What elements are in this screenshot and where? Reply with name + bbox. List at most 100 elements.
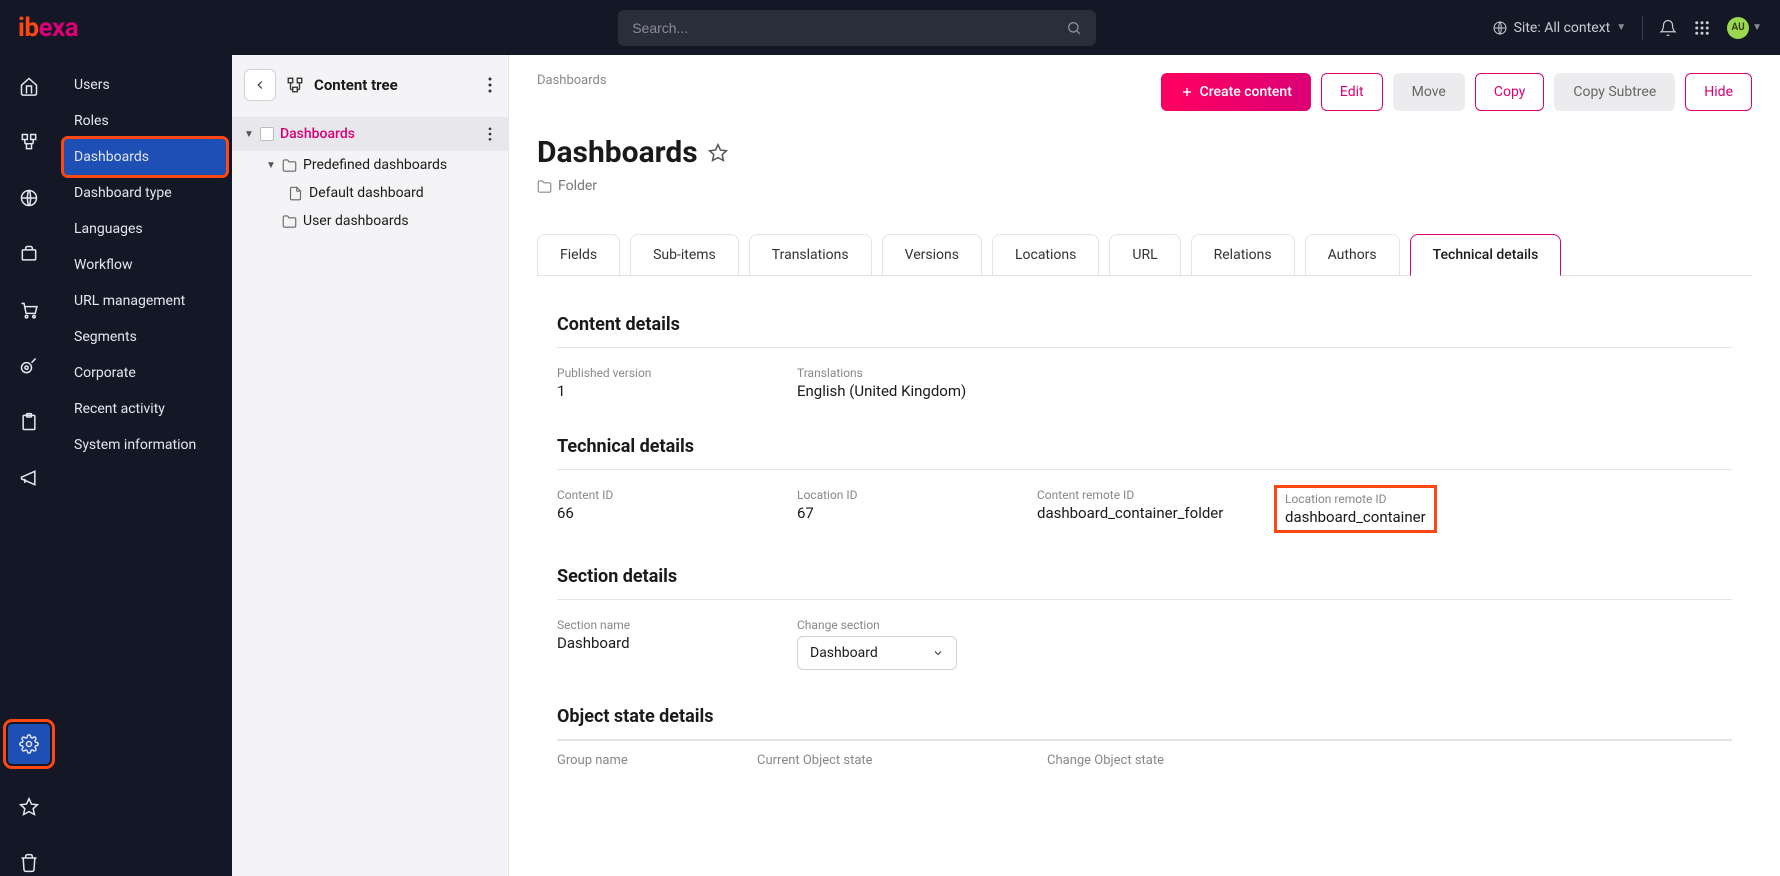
tab-translations[interactable]: Translations (749, 234, 872, 276)
tree-node-menu[interactable] (484, 123, 496, 145)
sidebar-item-corporate[interactable]: Corporate (58, 355, 232, 391)
kebab-icon (488, 127, 492, 141)
sidebar-item-recent-activity[interactable]: Recent activity (58, 391, 232, 427)
table-col-group-name: Group name (557, 753, 757, 768)
rail-clipboard[interactable] (16, 409, 42, 435)
rail-admin[interactable] (8, 724, 50, 764)
tab-versions[interactable]: Versions (882, 234, 982, 276)
field-content-remote-id: Content remote ID dashboard_container_fo… (1037, 488, 1277, 530)
rail-campaign[interactable] (16, 465, 42, 491)
breadcrumb: Dashboards (537, 73, 607, 88)
avatar: AU (1727, 17, 1749, 39)
sidebar-menu: Users Roles Dashboards Dashboard type La… (58, 55, 232, 876)
change-section-select[interactable]: Dashboard (797, 636, 957, 670)
globe-icon (1492, 20, 1508, 36)
tree-node-dashboards[interactable]: ▼ Dashboards (232, 117, 508, 151)
hide-button[interactable]: Hide (1685, 73, 1752, 111)
move-button[interactable]: Move (1393, 73, 1465, 111)
chevron-left-icon (253, 78, 267, 92)
sidebar-item-dashboards[interactable]: Dashboards (64, 139, 226, 175)
tree-node-label: Dashboards (280, 126, 355, 142)
kebab-icon (488, 77, 492, 93)
content-area: Dashboards Create content Edit Move Copy… (509, 55, 1780, 876)
field-location-id: Location ID 67 (797, 488, 1037, 530)
tree-icon (286, 76, 304, 94)
field-translations: Translations English (United Kingdom) (797, 366, 1037, 400)
site-context-selector[interactable]: Site: All context ▼ (1492, 20, 1626, 36)
rail-targeting[interactable] (16, 353, 42, 379)
search-input[interactable] (632, 20, 1066, 36)
rail-home[interactable] (16, 73, 42, 99)
site-context-label: Site: All context (1514, 20, 1611, 36)
chevron-down-icon (932, 647, 944, 659)
field-content-id: Content ID 66 (557, 488, 797, 530)
folder-icon (537, 179, 552, 194)
table-col-change-state: Change Object state (1047, 753, 1337, 768)
tab-locations[interactable]: Locations (992, 234, 1099, 276)
folder-icon (282, 158, 297, 173)
field-section-name: Section name Dashboard (557, 618, 797, 670)
content-tree-panel: Content tree ▼ Dashboards ▼ Predefined d… (232, 55, 509, 876)
edit-button[interactable]: Edit (1321, 73, 1383, 111)
tab-url[interactable]: URL (1109, 234, 1180, 276)
tree-node-predefined[interactable]: ▼ Predefined dashboards (232, 151, 508, 179)
sidebar-item-segments[interactable]: Segments (58, 319, 232, 355)
tab-sub-items[interactable]: Sub-items (630, 234, 739, 276)
search-icon (1066, 20, 1082, 36)
sidebar-item-dashboard-type[interactable]: Dashboard type (58, 175, 232, 211)
sidebar-item-roles[interactable]: Roles (58, 103, 232, 139)
bell-icon[interactable] (1659, 19, 1677, 37)
plus-icon (1180, 85, 1194, 99)
chevron-down-icon: ▼ (1616, 22, 1626, 33)
rail-commerce[interactable] (16, 297, 42, 323)
tree-node-user-dash[interactable]: ▼ User dashboards (232, 207, 508, 235)
tab-relations[interactable]: Relations (1191, 234, 1295, 276)
sidebar-item-workflow[interactable]: Workflow (58, 247, 232, 283)
rail-catalog[interactable] (16, 241, 42, 267)
icon-rail (0, 55, 58, 876)
tab-fields[interactable]: Fields (537, 234, 620, 276)
sidebar-item-users[interactable]: Users (58, 67, 232, 103)
tab-authors[interactable]: Authors (1305, 234, 1400, 276)
table-col-current-state: Current Object state (757, 753, 1047, 768)
tree-node-label: Default dashboard (309, 185, 424, 201)
chevron-down-icon: ▼ (1752, 22, 1762, 33)
rail-site[interactable] (16, 185, 42, 211)
tree-node-default-dash[interactable]: Default dashboard (232, 179, 508, 207)
tree-menu-button[interactable] (484, 73, 496, 97)
back-button[interactable] (244, 69, 276, 101)
apps-icon[interactable] (1693, 19, 1711, 37)
rail-bookmarks[interactable] (16, 794, 42, 820)
user-menu[interactable]: AU ▼ (1727, 17, 1762, 39)
tree-checkbox[interactable] (260, 127, 274, 141)
create-content-button[interactable]: Create content (1161, 73, 1311, 111)
tabs: Fields Sub-items Translations Versions L… (537, 234, 1752, 276)
tree-node-label: Predefined dashboards (303, 157, 447, 173)
tab-content: Content details Published version 1 Tran… (537, 275, 1752, 800)
section-heading: Section details (557, 566, 1732, 587)
collapse-icon[interactable]: ▼ (266, 160, 276, 171)
top-bar: ibexa Site: All context ▼ AU ▼ (0, 0, 1780, 55)
tab-technical-details[interactable]: Technical details (1410, 234, 1562, 276)
tree-node-label: User dashboards (303, 213, 409, 229)
tree-title: Content tree (314, 76, 474, 94)
object-state-table-header: Group name Current Object state Change O… (557, 740, 1732, 780)
folder-icon (282, 214, 297, 229)
section-heading: Technical details (557, 436, 1732, 457)
logo: ibexa (18, 13, 78, 43)
section-heading: Object state details (557, 706, 1732, 727)
rail-trash[interactable] (16, 850, 42, 876)
sidebar-item-url-management[interactable]: URL management (58, 283, 232, 319)
star-icon[interactable] (708, 143, 728, 163)
copy-subtree-button[interactable]: Copy Subtree (1554, 73, 1675, 111)
copy-button[interactable]: Copy (1475, 73, 1545, 111)
content-type-label: Folder (558, 178, 597, 194)
sidebar-item-system-information[interactable]: System information (58, 427, 232, 463)
sidebar-item-languages[interactable]: Languages (58, 211, 232, 247)
search-box[interactable] (618, 10, 1096, 46)
rail-content[interactable] (16, 129, 42, 155)
collapse-icon[interactable]: ▼ (244, 129, 254, 140)
section-heading: Content details (557, 314, 1732, 335)
page-title: Dashboards (537, 135, 698, 170)
field-change-section: Change section Dashboard (797, 618, 1037, 670)
